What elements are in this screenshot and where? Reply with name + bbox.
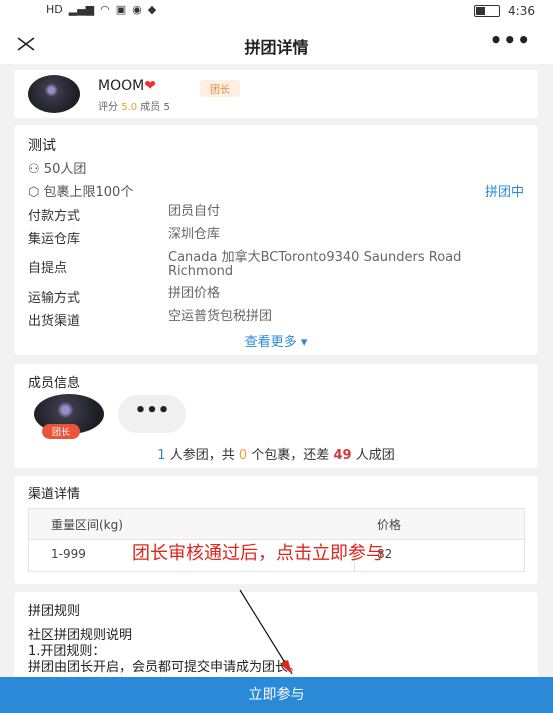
wifi-icon: ◠ (100, 3, 110, 16)
leader-name: MOOM❤ (98, 78, 156, 94)
channel-title: 渠道详情 (28, 487, 81, 502)
rules-title: 拼团规则 (28, 604, 81, 619)
group-info-card: 测试 ⚇ 50人团 ⬡ 包裹上限100个 拼团中 付款方式 团员自付 集运仓库 … (14, 125, 538, 355)
status-bar: HD ▂▄▆ ◠ ▣ ◉ ◆ 4:36 (0, 0, 553, 24)
leader-stats: 评分 5.0 成员 5 (98, 102, 170, 113)
status-icons: HD ▂▄▆ ◠ ▣ ◉ ◆ (46, 4, 156, 16)
leader-card: MOOM❤ 团长 评分 5.0 成员 5 (14, 70, 538, 118)
box-icon: ⬡ (28, 185, 40, 200)
page-title: 拼团详情 (244, 38, 309, 57)
channel-card: 渠道详情 重量区间(kg) 价格 1-999 82 (14, 476, 538, 584)
more-menu-button[interactable]: ••• (490, 28, 531, 52)
see-more-button[interactable]: 查看更多 ▾ (14, 331, 538, 350)
people-icon: ⚇ (28, 162, 40, 177)
signal-icon: ▂▄▆ (68, 3, 95, 16)
leader-avatar[interactable] (28, 75, 80, 113)
heart-icon: ❤ (144, 78, 156, 94)
shield-icon: ◆ (147, 3, 157, 16)
table-header: 重量区间(kg) 价格 (29, 509, 524, 540)
parcel-limit: ⬡ 包裹上限100个 (28, 185, 134, 200)
battery-icon (474, 5, 501, 17)
join-now-button[interactable]: 立即参与 (0, 677, 553, 713)
caret-down-icon: ▾ (300, 335, 308, 350)
annotation-arrow-icon (239, 589, 293, 675)
leader-badge: 团长 (200, 80, 240, 97)
annotation-text: 团长审核通过后，点击立即参与 (132, 543, 384, 564)
top-bar: 拼团详情 ••• (0, 24, 553, 64)
members-card: 成员信息 团长 ••• 1 人参团，共 0 个包裹，还差 49 人成团 (14, 364, 538, 468)
hd-icon: HD (46, 3, 63, 16)
more-members-button[interactable]: ••• (118, 395, 186, 433)
member-leader-badge: 团长 (42, 424, 81, 439)
group-status: 拼团中 (484, 185, 524, 200)
members-title: 成员信息 (28, 376, 81, 391)
group-name: 测试 (28, 138, 56, 154)
app-icon: ▣ (115, 3, 127, 16)
clock: 4:36 (508, 4, 535, 18)
join-summary: 1 人参团，共 0 个包裹，还差 49 人成团 (157, 448, 395, 463)
notify-icon: ◉ (132, 3, 142, 16)
group-size: ⚇ 50人团 (28, 162, 87, 177)
